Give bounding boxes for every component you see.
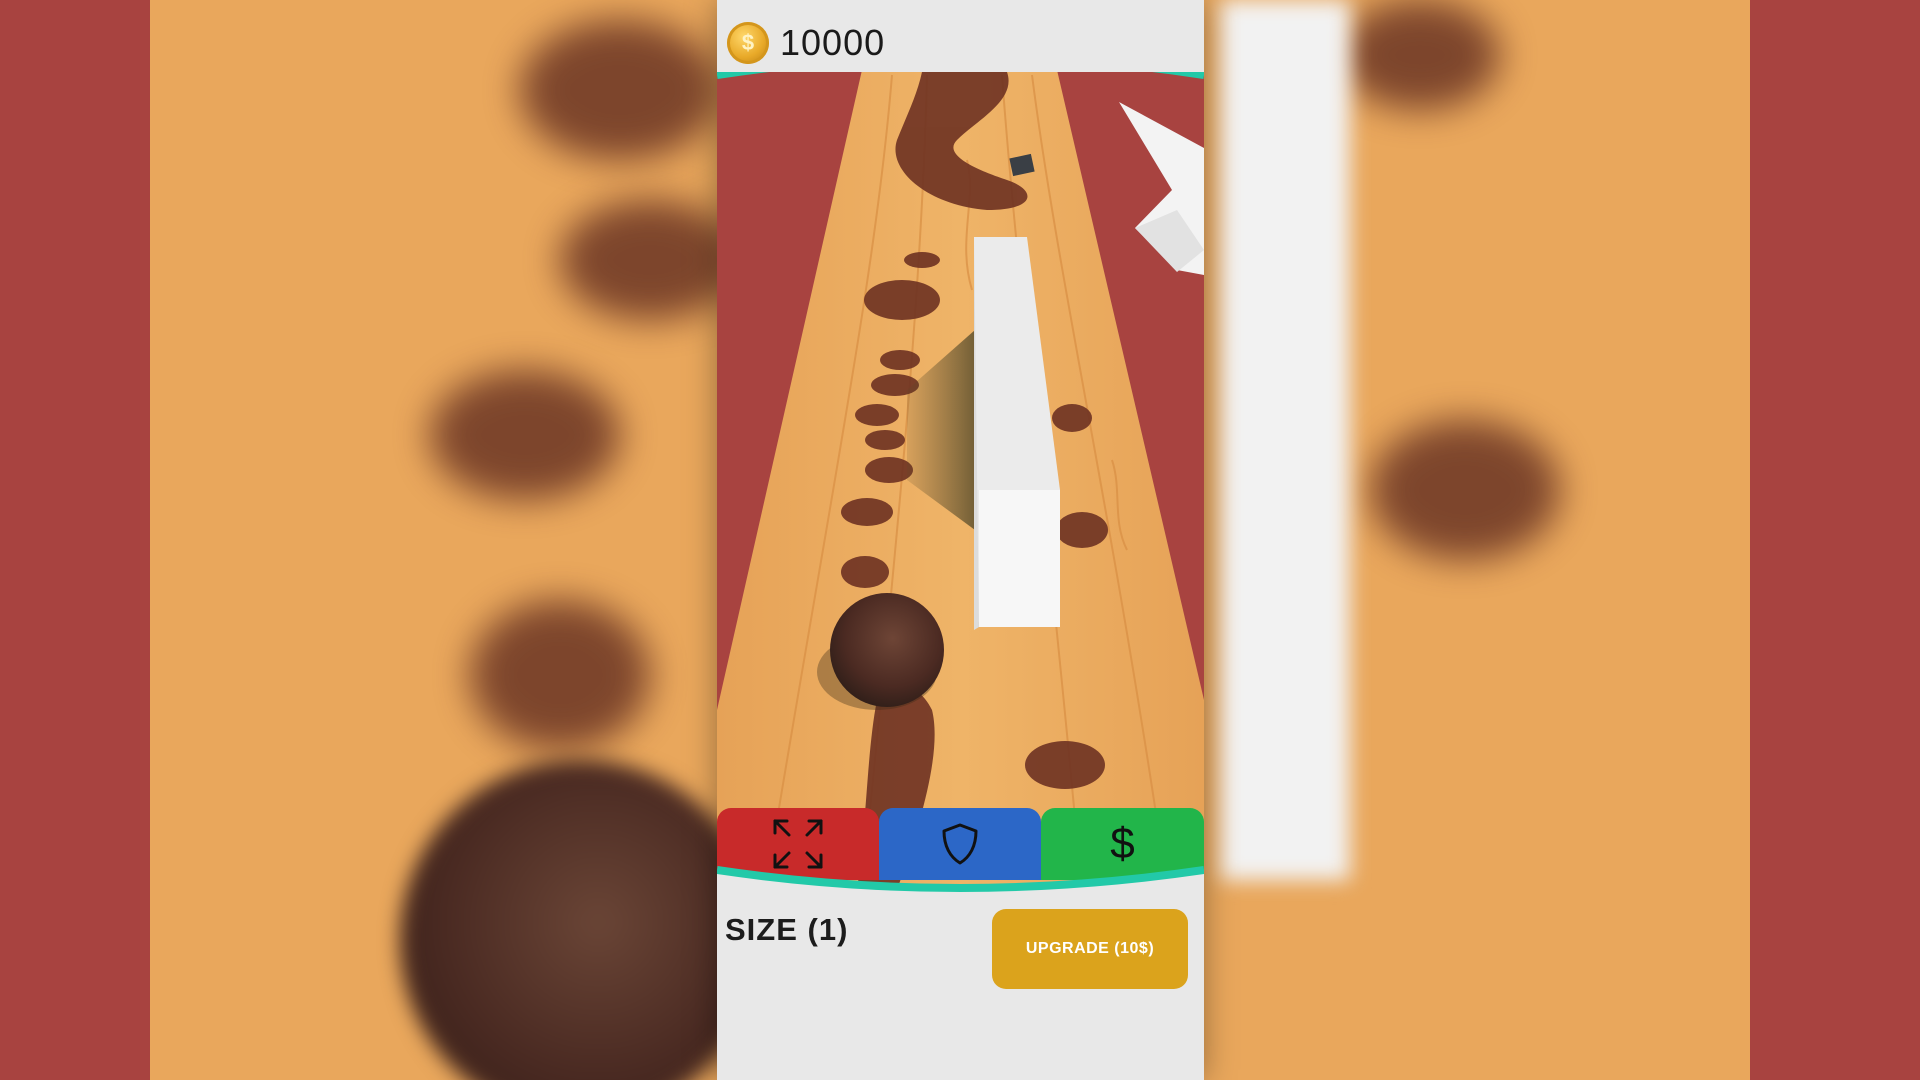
backdrop-mud [560, 200, 740, 320]
hud-top-bar: $ 10000 [717, 0, 1204, 72]
backdrop-mud [520, 20, 720, 160]
backdrop-red-right [1750, 0, 1920, 1080]
white-wall-face [979, 490, 1060, 627]
backdrop-wall [1220, 0, 1350, 880]
game-scene[interactable] [717, 60, 1204, 890]
backdrop-mud [470, 600, 650, 750]
backdrop-red-left [0, 0, 150, 1080]
upgrade-button[interactable]: UPGRADE (10$) [992, 909, 1188, 989]
game-panel: $ 10000 $ SIZE (1) UPGRADE (10$) [717, 0, 1204, 1080]
player-ball [830, 593, 944, 707]
scene-svg [717, 60, 1204, 890]
size-level-label: SIZE (1) [725, 912, 849, 947]
backdrop-mud [430, 370, 620, 500]
backdrop-mud [1370, 420, 1560, 560]
bottom-arc [717, 866, 1204, 904]
backdrop-ball [400, 760, 760, 1080]
coin-icon: $ [727, 22, 769, 64]
coin-count: 10000 [780, 22, 886, 63]
backdrop-mud [1340, 0, 1500, 110]
